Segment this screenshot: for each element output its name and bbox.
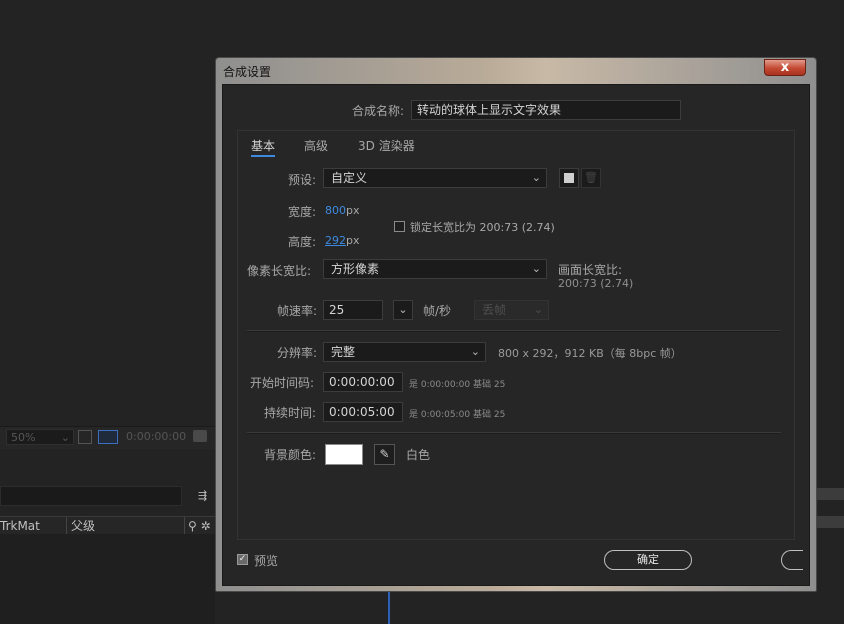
chevron-down-icon: ⌄	[531, 262, 541, 275]
right-panel-strip	[817, 0, 844, 624]
transparency-grid-icon[interactable]	[98, 430, 118, 444]
save-preset-button[interactable]	[559, 168, 579, 188]
preset-label: 预设:	[288, 173, 317, 187]
pixel-aspect-value: 方形像素	[331, 262, 380, 276]
resolution-info: 800 x 292，912 KB（每 8bpc 帧）	[498, 347, 682, 360]
timeline-playhead[interactable]	[388, 590, 390, 624]
duration-info: 是 0:00:05:00	[409, 410, 471, 420]
tab-3d-renderer[interactable]: 3D 渲染器	[358, 137, 415, 154]
tab-basic[interactable]: 基本	[251, 137, 276, 157]
frame-rate-label: 帧速率:	[277, 304, 318, 318]
drop-frame-value: 丢帧	[482, 303, 507, 317]
divider	[247, 330, 781, 332]
eyedropper-button[interactable]: ✎	[374, 444, 395, 465]
column-switches-icon[interactable]: ⚲ ✲	[184, 517, 211, 535]
preview-checkbox[interactable]: ✓	[237, 554, 248, 565]
preview-label[interactable]: 预览	[254, 552, 278, 569]
zoom-value: 50%	[11, 431, 36, 444]
ok-button-label: 确定	[637, 553, 659, 566]
column-parent[interactable]: 父级	[66, 517, 95, 535]
height-unit: px	[346, 234, 360, 247]
duration-input[interactable]: 0:00:05:00	[323, 402, 403, 422]
chevron-down-icon: ⌄	[533, 303, 543, 316]
comp-name-input[interactable]: 转动的球体上显示文字效果	[411, 100, 681, 120]
width-value[interactable]: 800	[325, 204, 346, 217]
chevron-down-icon: ⌄	[398, 303, 408, 316]
cancel-button[interactable]	[781, 550, 803, 570]
width-unit: px	[346, 204, 360, 217]
lock-aspect-checkbox[interactable]	[394, 221, 405, 232]
zoom-dropdown[interactable]: 50% ⌄	[6, 429, 74, 445]
dialog-titlebar[interactable]: 合成设置 x	[216, 58, 816, 82]
eyedropper-icon: ✎	[379, 447, 390, 461]
comp-name-label: 合成名称:	[352, 104, 405, 118]
start-timecode-input[interactable]: 0:00:00:00	[323, 372, 403, 392]
timeline-search-input[interactable]	[0, 486, 182, 506]
resolution-select[interactable]: 完整 ⌄	[323, 342, 486, 362]
save-preset-icon	[564, 173, 574, 183]
preset-select[interactable]: 自定义 ⌄	[323, 168, 547, 188]
duration-label: 持续时间:	[264, 406, 317, 420]
height-value[interactable]: 292	[325, 234, 346, 247]
fps-unit: 帧/秒	[423, 304, 452, 318]
right-panel-bar	[817, 488, 844, 500]
frame-aspect-value: 200:73 (2.74)	[558, 277, 634, 290]
column-trkmat[interactable]: TrkMat	[0, 517, 40, 535]
right-panel-bar	[817, 516, 844, 528]
delete-preset-button[interactable]: 🗑	[581, 168, 601, 188]
duration-base: 基础 25	[473, 410, 506, 420]
dialog-title: 合成设置	[223, 65, 272, 79]
chevron-down-icon: ⌄	[60, 431, 70, 444]
start-timecode-base: 基础 25	[473, 380, 506, 390]
ok-button[interactable]: 确定	[604, 550, 692, 570]
height-label: 高度:	[288, 235, 317, 249]
frame-rate-dropdown[interactable]: ⌄	[393, 300, 413, 320]
frame-aspect-label: 画面长宽比:	[558, 263, 623, 277]
camera-icon[interactable]	[193, 430, 207, 442]
region-of-interest-icon[interactable]	[78, 430, 92, 444]
bg-color-label: 背景颜色:	[264, 448, 317, 462]
viewer-timecode[interactable]: 0:00:00:00	[126, 429, 186, 445]
divider	[247, 432, 781, 434]
comp-flowchart-icon[interactable]: ⇶	[198, 489, 207, 502]
resolution-value: 完整	[331, 345, 356, 359]
bg-color-name: 白色	[406, 448, 431, 462]
settings-panel	[237, 130, 795, 540]
chevron-down-icon: ⌄	[531, 171, 541, 184]
pixel-aspect-select[interactable]: 方形像素 ⌄	[323, 259, 547, 279]
bg-color-swatch[interactable]	[325, 444, 363, 465]
frame-rate-input[interactable]: 25	[323, 300, 383, 320]
preset-value: 自定义	[331, 171, 368, 185]
start-timecode-info: 是 0:00:00:00	[409, 380, 471, 390]
checkmark-icon: ✓	[238, 554, 247, 564]
trash-icon: 🗑	[584, 171, 598, 184]
timeline-layers-area	[0, 534, 215, 624]
close-button[interactable]: x	[764, 59, 806, 76]
lock-aspect-label[interactable]: 锁定长宽比为 200:73 (2.74)	[410, 219, 555, 235]
chevron-down-icon: ⌄	[470, 345, 480, 358]
drop-frame-select[interactable]: 丢帧 ⌄	[474, 300, 549, 320]
width-label: 宽度:	[288, 205, 317, 219]
start-timecode-label: 开始时间码:	[250, 376, 315, 390]
resolution-label: 分辨率:	[277, 346, 318, 360]
close-icon: x	[780, 60, 790, 75]
tab-advanced[interactable]: 高级	[304, 137, 328, 154]
timeline-column-header: TrkMat 父级 ⚲ ✲	[0, 516, 215, 536]
pixel-aspect-label: 像素长宽比:	[247, 264, 312, 278]
